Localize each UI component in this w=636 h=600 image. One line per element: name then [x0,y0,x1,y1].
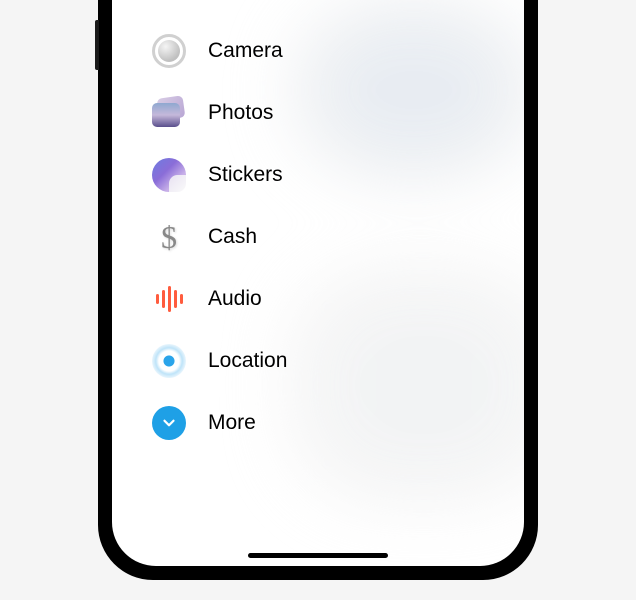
more-icon [150,404,188,442]
menu-item-photos[interactable]: Photos [142,82,295,144]
menu-item-location[interactable]: Location [142,330,295,392]
menu-label: Location [208,349,287,373]
menu-item-camera[interactable]: Camera [142,20,295,82]
menu-label: Camera [208,39,283,63]
menu-item-more[interactable]: More [142,392,295,454]
attachment-menu: Camera Photos Stickers $ Cash [142,20,295,454]
menu-label: Stickers [208,163,283,187]
menu-item-audio[interactable]: Audio [142,268,295,330]
menu-label: Photos [208,101,273,125]
photos-icon [150,94,188,132]
device-frame: Camera Photos Stickers $ Cash [98,0,538,580]
menu-item-stickers[interactable]: Stickers [142,144,295,206]
menu-label: Cash [208,225,257,249]
camera-icon [150,32,188,70]
audio-icon [150,280,188,318]
cash-icon: $ [150,218,188,256]
menu-label: More [208,411,256,435]
menu-label: Audio [208,287,262,311]
home-indicator[interactable] [248,553,388,558]
screen: Camera Photos Stickers $ Cash [112,0,524,566]
location-icon [150,342,188,380]
menu-item-cash[interactable]: $ Cash [142,206,295,268]
stickers-icon [150,156,188,194]
